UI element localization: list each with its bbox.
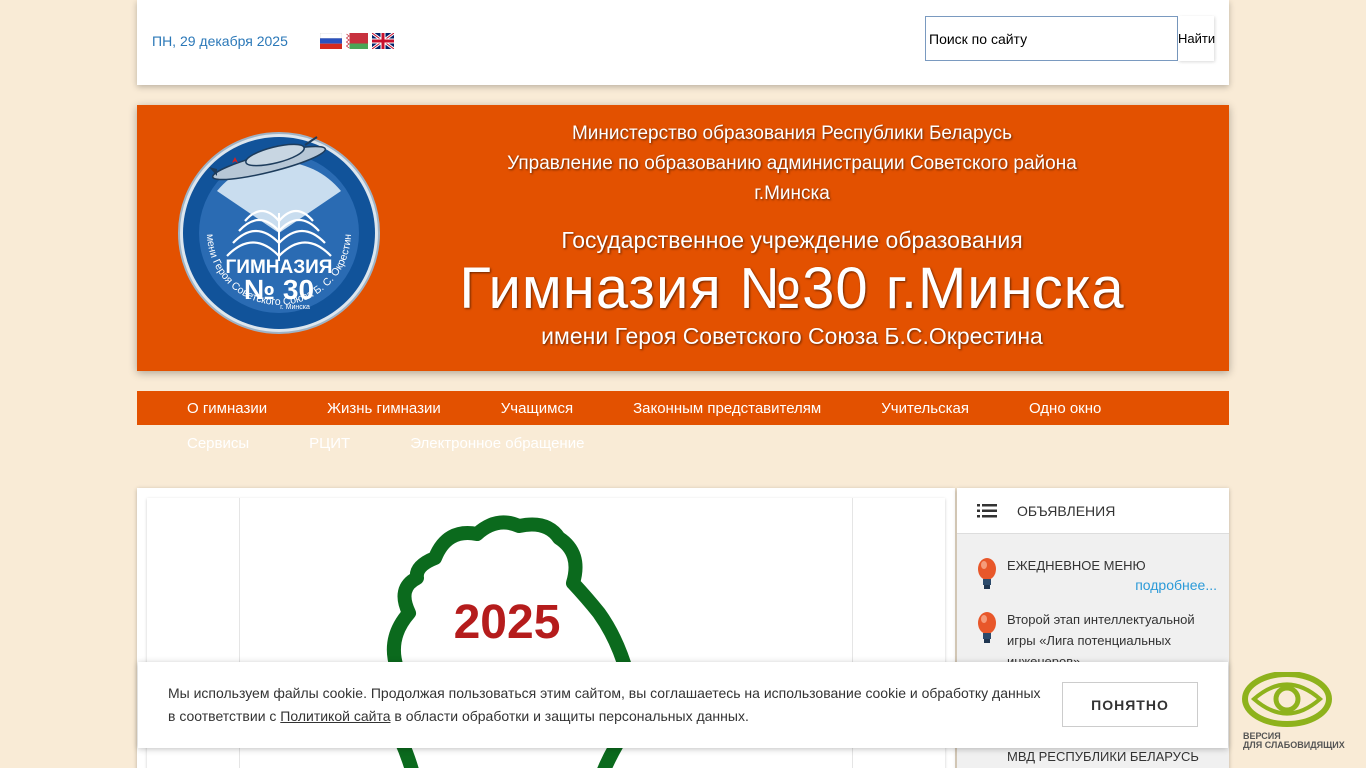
announcement-text[interactable]: МВД РЕСПУБЛИКИ БЕЛАРУСЬ	[1007, 746, 1222, 767]
menu-item-life[interactable]: Жизнь гимназии	[327, 400, 441, 417]
header-department: Управление по образованию администрации …	[507, 153, 1077, 174]
menu-item-services[interactable]: Сервисы	[187, 435, 249, 452]
menu-row-1: О гимназии Жизнь гимназии Учащимся Закон…	[187, 400, 1161, 417]
menu-item-students[interactable]: Учащимся	[501, 400, 573, 417]
announcement-item[interactable]: МВД РЕСПУБЛИКИ БЕЛАРУСЬ	[977, 746, 1222, 768]
en-flag-icon[interactable]	[372, 33, 394, 49]
lightbulb-icon	[978, 558, 996, 589]
search-input[interactable]	[925, 16, 1178, 61]
top-bar: ПН, 29 декабря 2025 Найти	[137, 0, 1229, 85]
announcement-item[interactable]: ЕЖЕДНЕВНОЕ МЕНЮ подробнее...	[977, 555, 1222, 605]
announcement-text[interactable]: ЕЖЕДНЕВНОЕ МЕНЮ	[1007, 555, 1222, 576]
announcements-title: ОБЪЯВЛЕНИЯ	[1017, 502, 1116, 519]
header-ministry-block: Министерство образования Республики Бела…	[447, 119, 1137, 209]
ru-flag-icon[interactable]	[320, 33, 342, 49]
announcement-item[interactable]: Второй этап интеллектуальной игры «Лига …	[977, 609, 1222, 664]
announcement-text[interactable]: Второй этап интеллектуальной игры «Лига …	[1007, 609, 1222, 664]
menu-item-e-appeal[interactable]: Электронное обращение	[410, 435, 584, 452]
menu-item-parents[interactable]: Законным представителям	[633, 400, 821, 417]
language-switcher	[320, 33, 394, 49]
privacy-policy-link[interactable]: Политикой сайта	[280, 708, 390, 724]
header-institution-type: Государственное учреждение образования	[561, 227, 1023, 253]
menu-item-rcit[interactable]: РЦИТ	[309, 435, 350, 452]
accessibility-label: ВЕРСИЯ ДЛЯ СЛАБОВИДЯЩИХ	[1243, 732, 1345, 750]
list-icon	[977, 503, 997, 517]
accessibility-label-line2: ДЛЯ СЛАБОВИДЯЩИХ	[1243, 740, 1345, 750]
header-school-name: Гимназия №30 г.Минска	[459, 256, 1125, 321]
gymnasium-emblem-logo[interactable]: ГИМНАЗИЯ № 30 г. Минска имени Героя Сове…	[177, 131, 381, 335]
main-menu: О гимназии Жизнь гимназии Учащимся Закон…	[137, 391, 1229, 425]
lightbulb-icon	[978, 612, 996, 643]
search-button[interactable]: Найти	[1178, 16, 1215, 61]
cookie-accept-button[interactable]: ПОНЯТНО	[1062, 682, 1198, 727]
menu-item-teachers[interactable]: Учительская	[881, 400, 969, 417]
cookie-message: Мы используем файлы cookie. Продолжая по…	[168, 682, 1048, 728]
menu-item-one-window[interactable]: Одно окно	[1029, 400, 1101, 417]
site-header: ГИМНАЗИЯ № 30 г. Минска имени Героя Сове…	[137, 105, 1229, 371]
cookie-text-part: в области обработки и защиты персональны…	[390, 708, 749, 724]
current-date: ПН, 29 декабря 2025	[152, 33, 288, 49]
header-ministry: Министерство образования Республики Бела…	[571, 123, 1013, 144]
menu-item-about[interactable]: О гимназии	[187, 400, 267, 417]
header-hero-name: имени Героя Советского Союза Б.С.Окрести…	[541, 323, 1043, 349]
banner-year: 2025	[454, 596, 561, 649]
header-city: г.Минска	[754, 183, 830, 204]
visually-impaired-version-button[interactable]: ВЕРСИЯ ДЛЯ СЛАБОВИДЯЩИХ	[1240, 671, 1345, 750]
menu-row-2: Сервисы РЦИТ Электронное обращение	[187, 435, 644, 452]
cookie-banner: Мы используем файлы cookie. Продолжая по…	[138, 662, 1228, 748]
announcements-header: ОБЪЯВЛЕНИЯ	[957, 488, 1229, 534]
by-flag-icon[interactable]	[346, 33, 368, 49]
eye-icon	[1242, 671, 1332, 727]
site-search: Найти	[925, 16, 1215, 61]
read-more-link[interactable]: подробнее...	[1135, 577, 1217, 593]
